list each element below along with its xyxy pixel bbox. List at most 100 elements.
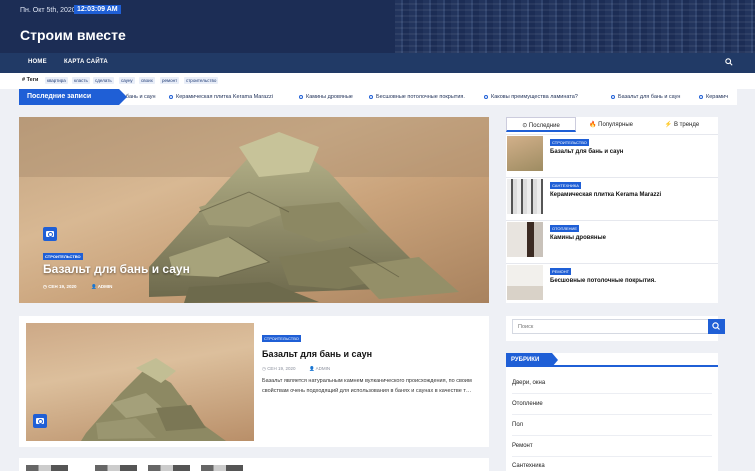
- category-badge[interactable]: ОТОПЛЕНИЕ: [550, 225, 580, 232]
- search-icon: [712, 322, 720, 330]
- tab-trending-label: В тренде: [673, 122, 700, 128]
- list-item[interactable]: СТРОИТЕЛЬСТВО Базальт для бань и саун: [506, 134, 718, 172]
- ticker-item[interactable]: Бесшовные потолочные покрытия.: [369, 94, 465, 100]
- categories-title: РУБРИКИ: [506, 353, 558, 367]
- post-date: ◷ СЕН 19, 2020: [43, 284, 77, 289]
- search-widget: [506, 316, 725, 341]
- featured-post-title[interactable]: Базальт для бань и саун: [43, 262, 190, 276]
- categories-header: РУБРИКИ: [506, 353, 718, 367]
- bullet-icon: [699, 94, 703, 99]
- category-link[interactable]: Сантехника: [512, 463, 545, 469]
- ticker-item[interactable]: Каковы преимущества ламината?: [484, 94, 578, 100]
- ticker-item-text: Керамическая плитка Kerama Marazzi: [176, 94, 273, 100]
- post-strip: [19, 458, 489, 471]
- post-thumbnail[interactable]: [95, 465, 137, 471]
- search-input[interactable]: [512, 319, 710, 334]
- tab-popular[interactable]: 🔥 Популярные: [576, 117, 646, 132]
- ticker-item-text: Каковы преимущества ламината?: [491, 94, 578, 100]
- post-excerpt: Базальт является натуральным камнем вулк…: [262, 378, 472, 395]
- post-thumbnail[interactable]: [148, 465, 190, 471]
- featured-post[interactable]: СТРОИТЕЛЬСТВО Базальт для бань и саун ◷ …: [19, 117, 489, 303]
- bullet-icon: [611, 94, 615, 99]
- category-link[interactable]: Отопление: [512, 401, 543, 407]
- tab-trending[interactable]: ⚡ В тренде: [646, 117, 718, 132]
- post-thumbnail: [507, 136, 543, 171]
- category-link[interactable]: Ремонт: [512, 443, 533, 449]
- header-background-overlay: [395, 0, 755, 53]
- tag-link[interactable]: строительство: [184, 77, 219, 84]
- tab-popular-label: Популярные: [598, 122, 633, 128]
- post-title[interactable]: Бесшовные потолочные покрытия.: [550, 278, 656, 284]
- tags-label-text: Теги: [26, 77, 39, 83]
- bullet-icon: [369, 94, 373, 99]
- category-badge[interactable]: СТРОИТЕЛЬСТВО: [43, 253, 83, 260]
- divider: [512, 414, 712, 415]
- tab-latest-label: Последние: [528, 123, 560, 129]
- post-thumbnail[interactable]: [26, 465, 68, 471]
- main-nav: HOME КАРТА САЙТА: [0, 53, 755, 73]
- list-item[interactable]: РЕМОНТ Бесшовные потолочные покрытия.: [506, 263, 718, 301]
- post-thumbnail: [507, 222, 543, 257]
- search-icon[interactable]: [725, 58, 733, 66]
- latest-posts-ticker: для бань и саун Керамическая плитка Kera…: [19, 89, 737, 105]
- list-item[interactable]: ОТОПЛЕНИЕ Камины дровяные: [506, 220, 718, 258]
- categories-widget: РУБРИКИ Двери, окна Отопление Пол Ремонт…: [506, 353, 718, 471]
- category-badge[interactable]: СТРОИТЕЛЬСТВО: [550, 139, 589, 146]
- camera-icon[interactable]: [33, 414, 47, 428]
- tag-link[interactable]: ремонт: [160, 77, 180, 84]
- ticker-item-text: Базальт для бань и саун: [618, 94, 681, 100]
- header-time: 12:03:09 AM: [74, 5, 121, 14]
- camera-icon[interactable]: [43, 227, 57, 241]
- nav-item-sitemap[interactable]: КАРТА САЙТА: [64, 59, 108, 65]
- ticker-item-text: Камины дровяные: [306, 94, 353, 100]
- bullet-icon: [484, 94, 488, 99]
- post-title[interactable]: Керамическая плитка Kerama Marazzi: [550, 192, 661, 198]
- ticker-item[interactable]: Базальт для бань и саун: [611, 94, 680, 100]
- ticker-item[interactable]: Керамическая плитка Kerama Marazzi: [169, 94, 273, 100]
- list-item[interactable]: САНТЕХНИКА Керамическая плитка Kerama Ma…: [506, 177, 718, 215]
- header-date: Пн. Окт 5th, 2020: [20, 7, 76, 14]
- post-image[interactable]: [26, 323, 254, 441]
- post-date-text: СЕН 19, 2020: [267, 366, 296, 371]
- ticker-item[interactable]: Камины дровяные: [299, 94, 353, 100]
- post-author-text: ADMIN: [315, 366, 331, 371]
- ticker-item-text: Керамич: [706, 94, 729, 100]
- post-date-text: СЕН 19, 2020: [48, 284, 77, 289]
- post-thumbnail[interactable]: [201, 465, 243, 471]
- tag-link[interactable]: сауну: [119, 77, 135, 84]
- tags-bar: # Теги квартира класть сделать сауну сво…: [0, 73, 755, 89]
- site-title[interactable]: Строим вместе: [20, 27, 126, 43]
- divider: [512, 435, 712, 436]
- post-title[interactable]: Базальт для бань и саун: [262, 349, 372, 359]
- tag-link[interactable]: квартира: [45, 77, 68, 84]
- tags-label: # Теги: [22, 77, 39, 83]
- tag-link[interactable]: своих: [139, 77, 155, 84]
- category-badge[interactable]: САНТЕХНИКА: [550, 182, 581, 189]
- post-title[interactable]: Базальт для бань и саун: [550, 149, 623, 155]
- category-link[interactable]: Пол: [512, 422, 523, 428]
- tag-link[interactable]: класть: [72, 77, 90, 84]
- post-thumbnail: [507, 265, 543, 300]
- post-thumbnail: [507, 179, 543, 214]
- category-badge[interactable]: СТРОИТЕЛЬСТВО: [262, 335, 301, 342]
- tag-link[interactable]: сделать: [93, 77, 114, 84]
- tab-latest[interactable]: ⊙ Последние: [506, 117, 576, 132]
- site-header: Пн. Окт 5th, 2020 12:03:09 AM Строим вме…: [0, 0, 755, 53]
- bullet-icon: [169, 94, 173, 99]
- post-author-text: ADMIN: [97, 284, 113, 289]
- category-link[interactable]: Двери, окна: [512, 380, 545, 386]
- posts-tabs-widget: ⊙ Последние 🔥 Популярные ⚡ В тренде СТРО…: [506, 117, 718, 303]
- post-date: ◷ СЕН 19, 2020: [262, 366, 296, 371]
- divider: [512, 393, 712, 394]
- post-title[interactable]: Камины дровяные: [550, 235, 606, 241]
- ticker-item[interactable]: Керамич: [699, 94, 728, 100]
- ticker-item-text: Бесшовные потолочные покрытия.: [376, 94, 465, 100]
- post-author[interactable]: 👤 ADMIN: [91, 284, 112, 290]
- stones-image: [81, 358, 226, 441]
- ticker-label: Последние записи: [19, 89, 127, 105]
- search-button[interactable]: [708, 319, 725, 334]
- category-badge[interactable]: РЕМОНТ: [550, 268, 572, 275]
- post-author[interactable]: 👤 ADMIN: [309, 366, 330, 372]
- post-card: СТРОИТЕЛЬСТВО Базальт для бань и саун ◷ …: [19, 316, 489, 447]
- nav-item-home[interactable]: HOME: [28, 59, 47, 65]
